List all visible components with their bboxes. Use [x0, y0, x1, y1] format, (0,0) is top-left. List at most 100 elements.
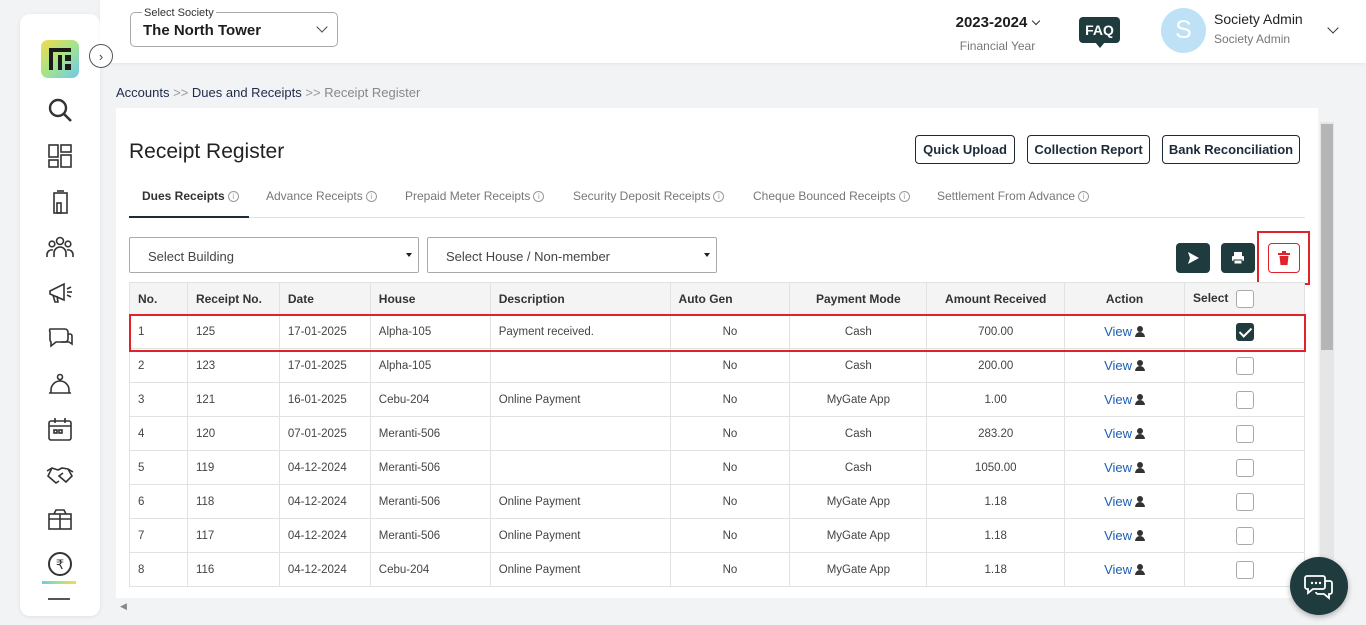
sidebar-toggle-button[interactable]: ›: [89, 44, 113, 68]
tab-advance-receipts[interactable]: Advance Receipts i: [266, 189, 377, 203]
building-select[interactable]: Select Building: [129, 237, 419, 273]
dashboard-icon[interactable]: [44, 140, 76, 172]
view-link[interactable]: View: [1104, 460, 1132, 475]
table-header-row: No. Receipt No. Date House Description A…: [129, 282, 1305, 315]
cell-receipt-no: 119: [186, 450, 280, 485]
cell-no: 7: [129, 518, 188, 553]
financial-year-label: Financial Year: [959, 39, 1036, 53]
financial-year-selector[interactable]: 2023-2024 Financial Year: [950, 14, 1045, 53]
tab-cheque-bounced-receipts[interactable]: Cheque Bounced Receipts i: [753, 189, 910, 203]
person-icon[interactable]: [1135, 428, 1146, 439]
person-icon[interactable]: [1135, 360, 1146, 371]
cell-payment-mode: MyGate App: [789, 518, 928, 553]
breadcrumb-accounts[interactable]: Accounts: [116, 85, 169, 100]
delete-button-highlight: [1257, 231, 1310, 285]
view-link[interactable]: View: [1104, 392, 1132, 407]
cell-amount-received: 1.00: [926, 382, 1066, 417]
tab-security-deposit-receipts[interactable]: Security Deposit Receipts i: [573, 189, 725, 203]
cell-description: Payment received.: [489, 314, 671, 349]
building-icon[interactable]: [44, 186, 76, 218]
user-role: Society Admin: [1214, 32, 1291, 46]
cell-select: [1184, 314, 1305, 349]
calendar-icon[interactable]: [44, 413, 76, 445]
breadcrumb-dues-receipts[interactable]: Dues and Receipts: [192, 85, 302, 100]
tab-label: Dues Receipts: [142, 189, 225, 203]
cell-action: View: [1064, 348, 1186, 383]
cell-no: 2: [129, 348, 188, 383]
cell-payment-mode: Cash: [789, 416, 928, 451]
row-select-checkbox[interactable]: [1235, 492, 1254, 511]
row-select-checkbox[interactable]: [1235, 390, 1254, 409]
tab-label: Prepaid Meter Receipts: [405, 189, 531, 203]
user-menu-chevron-icon[interactable]: [1327, 22, 1339, 34]
tab-settlement-from-advance[interactable]: Settlement From Advance i: [937, 189, 1090, 203]
cell-action: View: [1064, 552, 1186, 587]
cell-house: Meranti-506: [369, 416, 491, 451]
quick-upload-button[interactable]: Quick Upload: [915, 135, 1015, 164]
faq-button[interactable]: FAQ: [1079, 17, 1120, 48]
view-link[interactable]: View: [1104, 358, 1132, 373]
cell-receipt-no: 120: [186, 416, 280, 451]
amenities-icon[interactable]: [44, 503, 76, 535]
person-icon[interactable]: [1135, 462, 1146, 473]
cell-date: 16-01-2025: [278, 382, 371, 417]
table-row: 5 119 04-12-2024 Meranti-506 No Cash 1050.00 Vi…: [129, 450, 1305, 485]
caret-down-icon: [704, 253, 710, 257]
person-icon[interactable]: [1135, 496, 1146, 507]
avatar[interactable]: S: [1161, 8, 1206, 53]
tab-prepaid-meter-receipts[interactable]: Prepaid Meter Receipts i: [405, 189, 545, 203]
view-link[interactable]: View: [1104, 426, 1132, 441]
table-row: 2 123 17-01-2025 Alpha-105 No Cash 200.00 View: [129, 348, 1305, 383]
announcement-icon[interactable]: [44, 277, 76, 309]
row-select-checkbox[interactable]: [1235, 526, 1254, 545]
handshake-icon[interactable]: [44, 458, 76, 490]
receipts-table: No. Receipt No. Date House Description A…: [129, 282, 1305, 587]
row-select-checkbox[interactable]: [1235, 424, 1254, 443]
view-link[interactable]: View: [1104, 562, 1132, 577]
cell-action: View: [1064, 314, 1186, 349]
members-icon[interactable]: [44, 231, 76, 263]
table-body: 1 125 17-01-2025 Alpha-105 Payment received.…: [129, 314, 1305, 587]
send-button[interactable]: [1176, 243, 1210, 273]
vertical-scrollbar[interactable]: [1320, 122, 1334, 605]
cell-house: Meranti-506: [369, 518, 491, 553]
search-icon[interactable]: [44, 94, 76, 126]
cell-select: [1184, 484, 1305, 519]
chat-icon[interactable]: [44, 322, 76, 354]
app-logo[interactable]: [41, 40, 79, 78]
cell-date: 07-01-2025: [278, 416, 371, 451]
person-icon[interactable]: [1135, 326, 1146, 337]
cell-amount-received: 1050.00: [926, 450, 1066, 485]
view-link[interactable]: View: [1104, 324, 1132, 339]
person-icon[interactable]: [1135, 530, 1146, 541]
breadcrumb-separator: >>: [173, 85, 189, 100]
row-select-checkbox[interactable]: [1235, 560, 1254, 579]
helpdesk-icon[interactable]: [44, 368, 76, 400]
cell-auto-gen: No: [669, 450, 791, 485]
bank-reconciliation-button[interactable]: Bank Reconciliation: [1162, 135, 1300, 164]
view-link[interactable]: View: [1104, 494, 1132, 509]
chat-support-button[interactable]: [1290, 557, 1348, 615]
person-icon[interactable]: [1135, 394, 1146, 405]
row-select-checkbox[interactable]: [1235, 322, 1254, 341]
tab-dues-receipts[interactable]: Dues Receipts i: [142, 189, 239, 203]
collection-report-button[interactable]: Collection Report: [1027, 135, 1150, 164]
person-icon[interactable]: [1135, 564, 1146, 575]
table-row: 7 117 04-12-2024 Meranti-506 Online Payment N…: [129, 518, 1305, 553]
cell-house: Alpha-105: [369, 348, 491, 383]
col-auto-gen: Auto Gen: [669, 282, 791, 315]
house-select-text: Select House / Non-member: [446, 249, 611, 264]
view-link[interactable]: View: [1104, 528, 1132, 543]
scroll-left-arrow-icon[interactable]: ◀: [120, 601, 127, 612]
cell-no: 6: [129, 484, 188, 519]
cell-amount-received: 200.00: [926, 348, 1066, 383]
cell-description: Online Payment: [489, 552, 671, 587]
rupee-icon[interactable]: ₹: [44, 548, 76, 580]
select-all-checkbox[interactable]: [1235, 289, 1254, 308]
row-select-checkbox[interactable]: [1235, 356, 1254, 375]
house-select[interactable]: Select House / Non-member: [427, 237, 717, 273]
print-button[interactable]: [1221, 243, 1255, 273]
society-select[interactable]: Select Society The North Tower: [130, 7, 338, 47]
row-select-checkbox[interactable]: [1235, 458, 1254, 477]
scrollbar-thumb[interactable]: [1321, 124, 1333, 350]
